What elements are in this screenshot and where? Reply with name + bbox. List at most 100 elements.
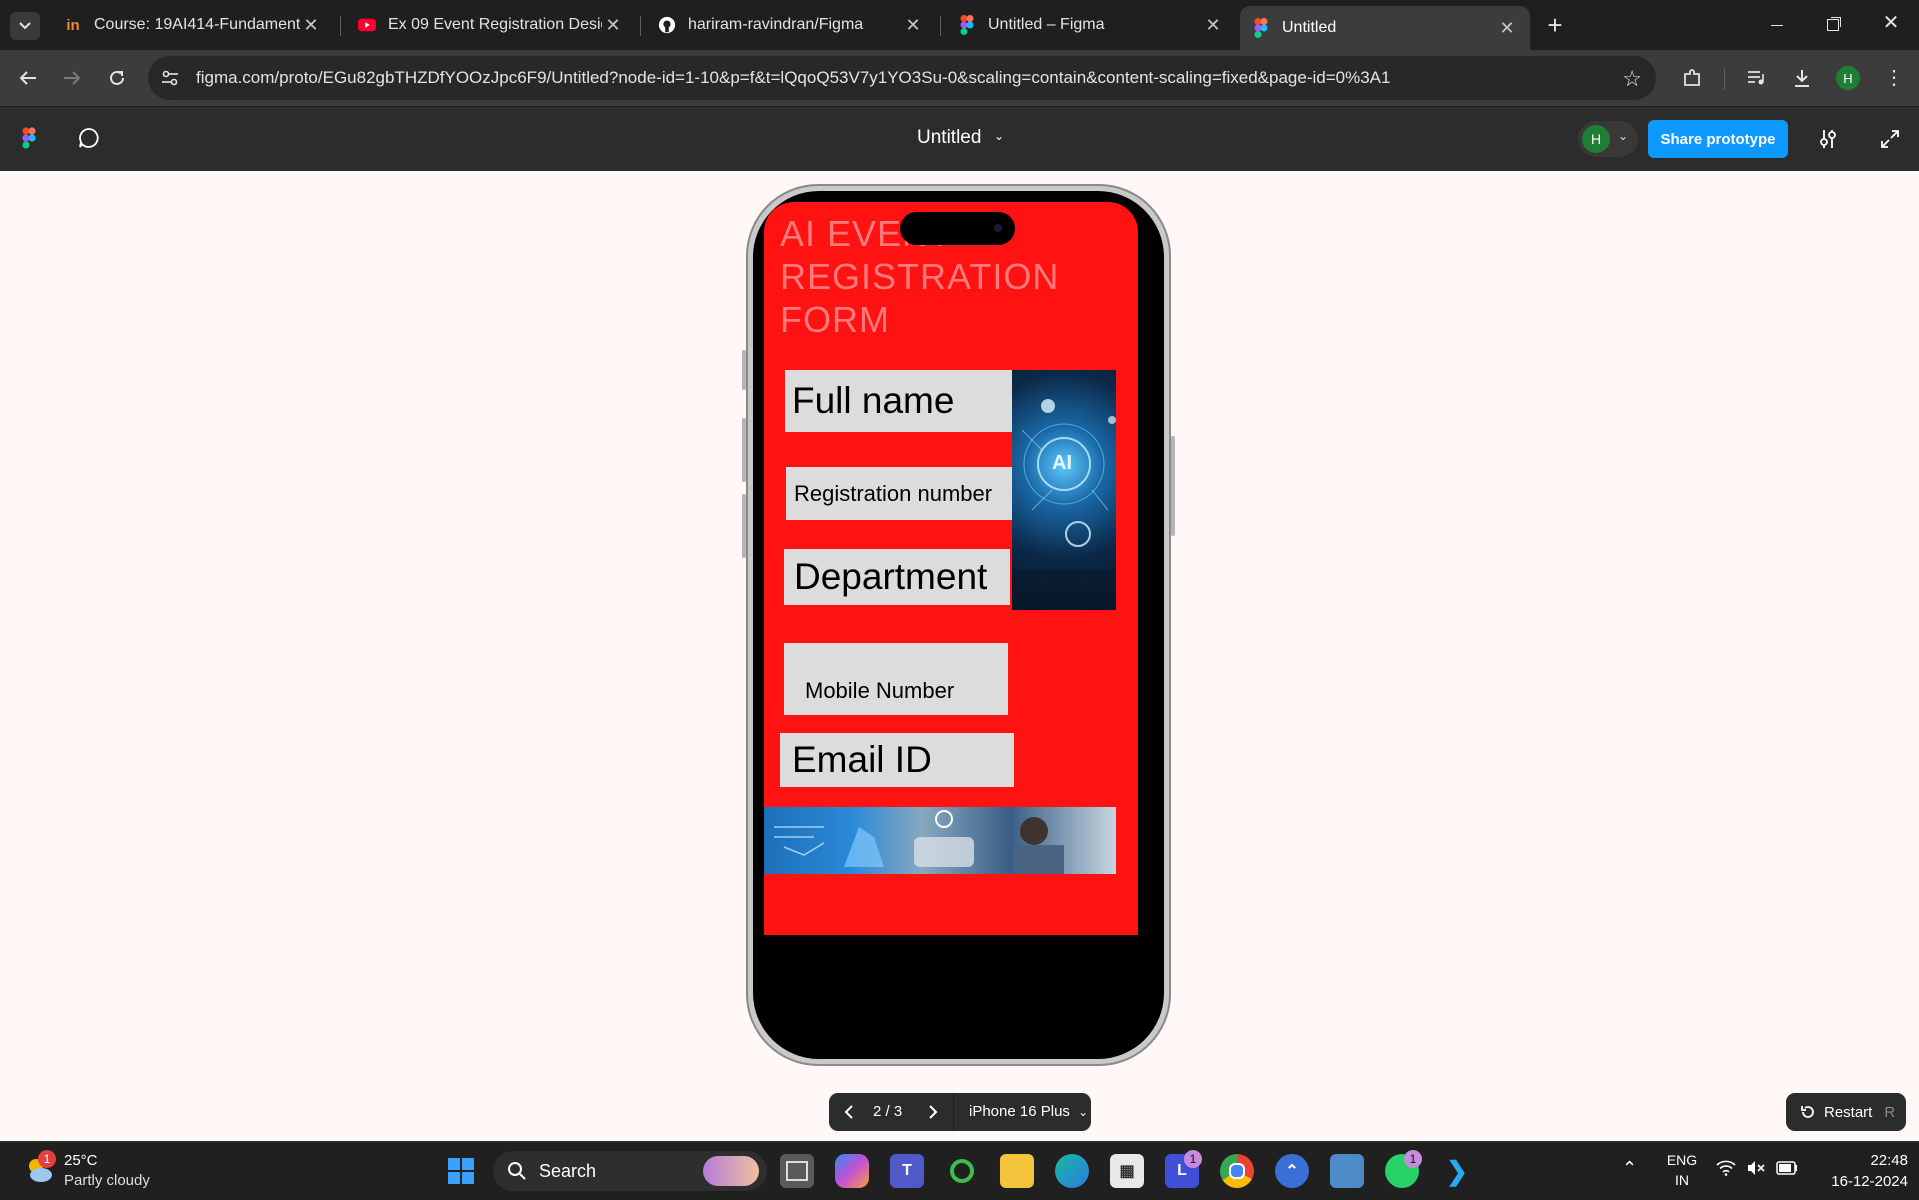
previous-frame-button[interactable] — [837, 1100, 861, 1124]
figma-prototype-toolbar: Untitled ⌄ H ⌄ Share prototype — [0, 106, 1919, 171]
prototype-screen: AI EVENT REGISTRATION FORM Full name Reg… — [764, 202, 1138, 935]
clock-time: 22:48 — [1870, 1152, 1908, 1169]
device-selector[interactable]: iPhone 16 Plus ⌄ — [969, 1103, 1088, 1120]
close-icon[interactable]: ✕ — [1202, 15, 1224, 36]
weather-temp: 25°C — [64, 1152, 98, 1169]
site-info-icon[interactable] — [160, 68, 180, 88]
figma-logo-icon[interactable] — [22, 127, 36, 154]
phone-side-button — [1171, 436, 1175, 536]
minimize-icon — [1771, 24, 1783, 26]
microsoft-store-icon[interactable]: ▦ — [1110, 1154, 1144, 1188]
chevron-up-icon[interactable]: ⌃ — [1622, 1158, 1637, 1179]
next-frame-button[interactable] — [921, 1100, 945, 1124]
comment-icon[interactable] — [78, 127, 100, 154]
chevron-left-icon — [844, 1105, 853, 1119]
minimize-button[interactable] — [1760, 12, 1794, 38]
page-indicator: 2 / 3 — [873, 1103, 903, 1120]
forward-arrow-icon — [64, 71, 81, 85]
close-icon[interactable]: ✕ — [902, 15, 924, 36]
tab-title: Ex 09 Event Registration Design — [388, 16, 602, 33]
wifi-icon[interactable] — [1716, 1160, 1736, 1181]
user-avatar-menu[interactable]: H ⌄ — [1578, 121, 1638, 157]
chevron-down-icon — [19, 22, 31, 30]
media-player-icon[interactable] — [1330, 1154, 1364, 1188]
tab-divider — [340, 16, 341, 36]
chevron-down-icon: ⌄ — [1618, 129, 1629, 143]
share-prototype-button[interactable]: Share prototype — [1648, 120, 1788, 158]
downloads-button[interactable] — [1786, 62, 1818, 94]
close-icon[interactable]: ✕ — [1496, 18, 1518, 39]
copilot-icon[interactable] — [835, 1154, 869, 1188]
department-field[interactable]: Department — [784, 549, 1010, 605]
browser-tab-youtube[interactable]: Ex 09 Event Registration Design ✕ — [346, 6, 636, 44]
figma-icon — [958, 15, 976, 35]
file-title[interactable]: Untitled — [917, 127, 981, 149]
search-label: Search — [539, 1161, 597, 1181]
browser-tab-figma-prototype[interactable]: Untitled ✕ — [1240, 6, 1530, 50]
teams-icon[interactable]: T — [890, 1154, 924, 1188]
back-button[interactable] — [12, 62, 44, 94]
forward-button[interactable] — [56, 62, 88, 94]
restart-button[interactable]: Restart R — [1786, 1093, 1906, 1131]
github-icon — [658, 16, 676, 34]
l-app-badge: 1 — [1184, 1150, 1202, 1168]
close-icon: ✕ — [1882, 12, 1900, 34]
windows-taskbar: 1 25°C Partly cloudy Search T ▦ L 1 ⌃ 1 … — [0, 1141, 1919, 1200]
figma-icon — [1252, 18, 1270, 38]
restart-label: Restart — [1824, 1103, 1873, 1121]
browser-tab-course[interactable]: in Course: 19AI414-Fundamentals ✕ — [52, 6, 334, 44]
close-icon[interactable]: ✕ — [602, 15, 624, 36]
language-code: ENG — [1666, 1152, 1698, 1168]
browser-tab-github[interactable]: hariram-ravindran/Figma ✕ — [646, 6, 936, 44]
browser-tab-strip: in Course: 19AI414-Fundamentals ✕ Ex 09 … — [0, 0, 1919, 50]
address-bar[interactable]: figma.com/proto/EGu82gbTHZDfYOOzJpc6F9/U… — [148, 56, 1656, 100]
reload-button[interactable] — [101, 62, 133, 94]
close-icon[interactable]: ✕ — [300, 15, 322, 36]
chrome-icon[interactable] — [1220, 1154, 1254, 1188]
whatsapp-badge: 1 — [1404, 1150, 1422, 1168]
camera-dot — [994, 224, 1002, 232]
volume-muted-icon[interactable] — [1746, 1160, 1766, 1181]
browser-menu-button[interactable]: ⋮ — [1878, 62, 1910, 94]
tab-divider — [640, 16, 641, 36]
registration-number-field[interactable]: Registration number — [786, 467, 1012, 520]
media-controls-button[interactable] — [1740, 62, 1772, 94]
windows-start-icon[interactable] — [444, 1154, 478, 1188]
taskbar-search[interactable]: Search — [493, 1151, 767, 1191]
battery-icon[interactable] — [1776, 1161, 1798, 1180]
prototype-pager: 2 / 3 iPhone 16 Plus ⌄ — [829, 1093, 1091, 1131]
search-highlight-icon — [703, 1156, 759, 1186]
weather-widget[interactable]: 1 25°C Partly cloudy — [20, 1148, 170, 1194]
tab-list-button[interactable] — [10, 12, 40, 40]
restore-button[interactable] — [1816, 12, 1850, 38]
task-view-icon[interactable] — [780, 1154, 814, 1188]
new-tab-button[interactable]: + — [1538, 10, 1572, 40]
expand-icon[interactable] — [1880, 129, 1900, 154]
circular-app-icon[interactable] — [945, 1154, 979, 1188]
browser-tab-figma-editor[interactable]: Untitled – Figma ✕ — [946, 6, 1236, 44]
chevron-down-icon[interactable]: ⌄ — [994, 129, 1004, 143]
search-icon — [507, 1161, 527, 1186]
file-explorer-icon[interactable] — [1000, 1154, 1034, 1188]
edge-icon[interactable] — [1055, 1154, 1089, 1188]
region-code: IN — [1675, 1172, 1689, 1188]
close-window-button[interactable]: ✕ — [1874, 8, 1908, 38]
tab-title: Untitled – Figma — [988, 16, 1105, 33]
language-indicator[interactable]: ENG IN — [1662, 1150, 1702, 1190]
reload-icon — [110, 70, 124, 85]
restart-icon — [1801, 1106, 1814, 1118]
tab-title: Course: 19AI414-Fundamentals — [94, 16, 300, 33]
restart-shortcut: R — [1884, 1103, 1896, 1121]
tab-title: Untitled — [1282, 19, 1337, 36]
profile-avatar[interactable]: H — [1836, 66, 1860, 90]
mobile-number-field[interactable]: Mobile Number — [784, 643, 1008, 715]
arc-app-icon[interactable]: ⌃ — [1275, 1154, 1309, 1188]
extensions-button[interactable] — [1676, 62, 1708, 94]
clock[interactable]: 22:48 16-12-2024 — [1812, 1150, 1908, 1192]
bookmark-star-icon[interactable]: ☆ — [1622, 66, 1642, 92]
settings-sliders-icon[interactable] — [1818, 128, 1838, 155]
weather-badge: 1 — [38, 1150, 56, 1168]
vscode-icon[interactable]: ❯ — [1440, 1154, 1474, 1188]
full-name-field[interactable]: Full name — [785, 370, 1012, 432]
email-id-field[interactable]: Email ID — [780, 733, 1014, 787]
